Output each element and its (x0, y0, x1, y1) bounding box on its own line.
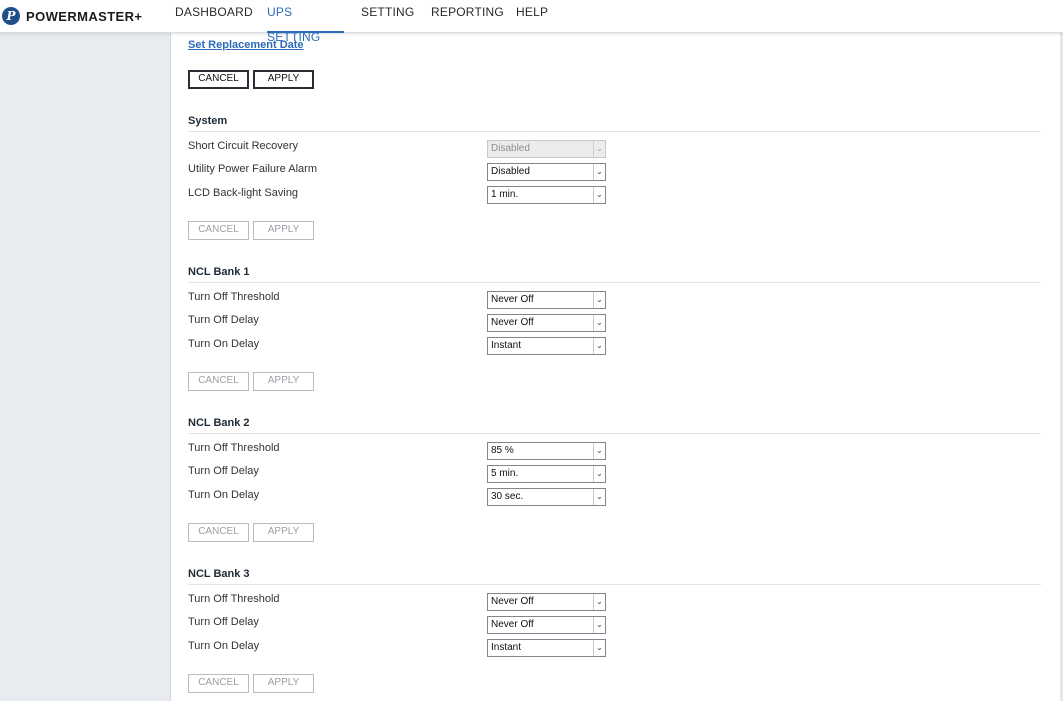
replacement-apply-button[interactable]: APPLY (253, 70, 314, 89)
select-value: Never Off (491, 317, 534, 328)
main-content: Set Replacement Date CANCEL APPLY System… (172, 33, 1060, 701)
label-short-circuit-recovery: Short Circuit Recovery (188, 140, 299, 152)
select-value: Disabled (491, 143, 530, 154)
chevron-down-icon: ⌄ (593, 443, 605, 459)
select-value: Never Off (491, 596, 534, 607)
chevron-down-icon: ⌄ (593, 164, 605, 180)
select-value: 30 sec. (491, 491, 524, 502)
label-turn-off-delay: Turn Off Delay (188, 465, 259, 477)
bank3-apply-button[interactable]: APPLY (253, 674, 314, 693)
system-cancel-button[interactable]: CANCEL (188, 221, 249, 240)
select-value: Never Off (491, 619, 534, 630)
label-turn-off-threshold: Turn Off Threshold (188, 291, 280, 303)
bank2-cancel-button[interactable]: CANCEL (188, 523, 249, 542)
chevron-down-icon: ⌄ (593, 141, 605, 157)
select-bank3-turn-off-threshold[interactable]: Never Off ⌄ (487, 593, 606, 611)
chevron-down-icon: ⌄ (593, 617, 605, 633)
label-lcd-backlight-saving: LCD Back-light Saving (188, 187, 299, 199)
select-value: 85 % (491, 445, 514, 456)
section-title-ncl-bank-3: NCL Bank 3 (188, 568, 250, 580)
select-value: Instant (491, 340, 522, 351)
section-title-ncl-bank-2: NCL Bank 2 (188, 417, 250, 429)
label-turn-off-threshold: Turn Off Threshold (188, 442, 280, 454)
label-turn-on-delay: Turn On Delay (188, 338, 260, 350)
select-short-circuit-recovery: Disabled ⌄ (487, 140, 606, 158)
select-bank3-turn-off-delay[interactable]: Never Off ⌄ (487, 616, 606, 634)
nav-help[interactable]: HELP (516, 0, 548, 33)
nav-reporting[interactable]: REPORTING (431, 0, 504, 33)
label-turn-on-delay: Turn On Delay (188, 640, 260, 652)
chevron-down-icon: ⌄ (593, 292, 605, 308)
top-navigation-bar: P POWERMASTER+ DASHBOARD UPS SETTING SET… (0, 0, 1063, 44)
select-utility-power-failure-alarm[interactable]: Disabled ⌄ (487, 163, 606, 181)
nav-dashboard[interactable]: DASHBOARD (175, 0, 253, 33)
label-utility-power-failure-alarm: Utility Power Failure Alarm (188, 163, 317, 175)
select-value: Instant (491, 642, 522, 653)
select-value: 5 min. (491, 468, 519, 479)
label-turn-on-delay: Turn On Delay (188, 489, 260, 501)
brand-name: POWERMASTER+ (26, 8, 143, 24)
select-bank2-turn-off-threshold[interactable]: 85 % ⌄ (487, 442, 606, 460)
bank2-apply-button[interactable]: APPLY (253, 523, 314, 542)
select-bank3-turn-on-delay[interactable]: Instant ⌄ (487, 639, 606, 657)
system-apply-button[interactable]: APPLY (253, 221, 314, 240)
select-value: 1 min. (491, 189, 519, 200)
chevron-down-icon: ⌄ (593, 594, 605, 610)
select-bank1-turn-on-delay[interactable]: Instant ⌄ (487, 337, 606, 355)
select-bank1-turn-off-threshold[interactable]: Never Off ⌄ (487, 291, 606, 309)
section-divider (188, 282, 1041, 283)
bank1-cancel-button[interactable]: CANCEL (188, 372, 249, 391)
chevron-down-icon: ⌄ (593, 489, 605, 505)
nav-setting[interactable]: SETTING (361, 0, 414, 33)
select-bank2-turn-on-delay[interactable]: 30 sec. ⌄ (487, 488, 606, 506)
chevron-down-icon: ⌄ (593, 338, 605, 354)
brand[interactable]: P POWERMASTER+ (2, 3, 142, 29)
replacement-cancel-button[interactable]: CANCEL (188, 70, 249, 89)
select-value: Never Off (491, 294, 534, 305)
label-turn-off-delay: Turn Off Delay (188, 616, 259, 628)
select-bank2-turn-off-delay[interactable]: 5 min. ⌄ (487, 465, 606, 483)
chevron-down-icon: ⌄ (593, 315, 605, 331)
select-value: Disabled (491, 166, 530, 177)
bank3-cancel-button[interactable]: CANCEL (188, 674, 249, 693)
label-turn-off-threshold: Turn Off Threshold (188, 593, 280, 605)
section-title-system: System (188, 115, 228, 127)
select-bank1-turn-off-delay[interactable]: Never Off ⌄ (487, 314, 606, 332)
bank1-apply-button[interactable]: APPLY (253, 372, 314, 391)
label-turn-off-delay: Turn Off Delay (188, 314, 259, 326)
nav-ups-setting[interactable]: UPS SETTING (267, 0, 344, 44)
powermaster-logo-icon: P (2, 7, 20, 25)
chevron-down-icon: ⌄ (593, 640, 605, 656)
left-sidebar (0, 33, 171, 701)
section-title-ncl-bank-1: NCL Bank 1 (188, 266, 250, 278)
section-divider (188, 584, 1041, 585)
chevron-down-icon: ⌄ (593, 187, 605, 203)
chevron-down-icon: ⌄ (593, 466, 605, 482)
select-lcd-backlight-saving[interactable]: 1 min. ⌄ (487, 186, 606, 204)
section-divider (188, 131, 1041, 132)
section-divider (188, 433, 1041, 434)
